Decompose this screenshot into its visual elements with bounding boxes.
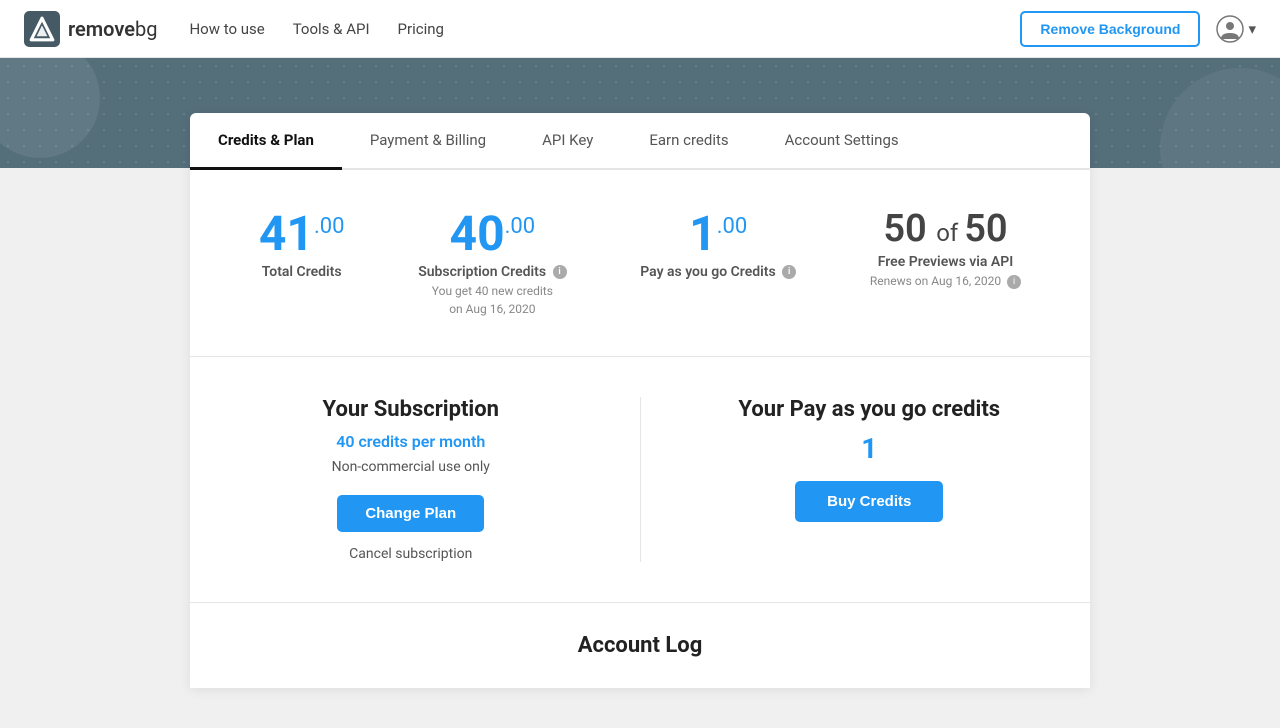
tab-payment-billing[interactable]: Payment & Billing: [342, 113, 514, 170]
account-menu[interactable]: ▾: [1216, 15, 1256, 43]
payg-credits-block: 1.00 Pay as you go Credits i: [640, 210, 796, 316]
navbar-right: Remove Background ▾: [1020, 11, 1256, 47]
total-credits-number: 41.00: [259, 210, 345, 258]
subscription-credits-per-month: 40 credits per month: [222, 432, 600, 451]
subscription-credits-label: Subscription Credits i: [418, 264, 566, 280]
credits-overview: 41.00 Total Credits 40.00 Subscription C…: [190, 170, 1090, 357]
free-previews-info-icon[interactable]: i: [1007, 275, 1021, 289]
subscription-credits-number: 40.00: [418, 210, 566, 258]
subscription-section: Your Subscription 40 credits per month N…: [190, 357, 1090, 603]
subscription-left: Your Subscription 40 credits per month N…: [222, 397, 641, 562]
subscription-credits-sublabel: You get 40 new credits: [418, 284, 566, 298]
navbar: removebg How to use Tools & API Pricing …: [0, 0, 1280, 58]
cancel-subscription-link[interactable]: Cancel subscription: [222, 546, 600, 562]
account-circle-icon: [1216, 15, 1244, 43]
free-previews-renew: Renews on Aug 16, 2020 i: [870, 274, 1021, 289]
tab-credits-plan[interactable]: Credits & Plan: [190, 113, 342, 170]
main-panel: Credits & Plan Payment & Billing API Key…: [190, 113, 1090, 688]
nav-tools-api[interactable]: Tools & API: [293, 20, 370, 38]
subscription-title: Your Subscription: [222, 397, 600, 422]
logo-text: removebg: [68, 17, 157, 41]
account-log-section: Account Log: [190, 603, 1090, 688]
logo-icon: [24, 11, 60, 47]
tab-earn-credits[interactable]: Earn credits: [621, 113, 756, 170]
payg-credits-info-icon[interactable]: i: [782, 265, 796, 279]
total-credits-label: Total Credits: [259, 264, 345, 280]
tabs: Credits & Plan Payment & Billing API Key…: [190, 113, 1090, 170]
nav-pricing[interactable]: Pricing: [398, 20, 444, 38]
subscription-credits-block: 40.00 Subscription Credits i You get 40 …: [418, 210, 566, 316]
buy-credits-button[interactable]: Buy Credits: [795, 481, 943, 522]
payg-title: Your Pay as you go credits: [681, 397, 1059, 422]
account-log-title: Account Log: [222, 633, 1058, 658]
payg-credits-number: 1.00: [640, 210, 796, 258]
nav-how-to-use[interactable]: How to use: [189, 20, 264, 38]
free-previews-number: 50 of 50: [870, 210, 1021, 248]
remove-background-button[interactable]: Remove Background: [1020, 11, 1200, 47]
subscription-credits-sublabel2: on Aug 16, 2020: [418, 302, 566, 316]
change-plan-button[interactable]: Change Plan: [337, 495, 484, 532]
payg-count: 1: [681, 432, 1059, 465]
logo[interactable]: removebg: [24, 11, 157, 47]
nav-links: How to use Tools & API Pricing: [189, 20, 1020, 38]
free-previews-label: Free Previews via API: [870, 254, 1021, 270]
payg-credits-label: Pay as you go Credits i: [640, 264, 796, 280]
tab-account-settings[interactable]: Account Settings: [757, 113, 927, 170]
subscription-right: Your Pay as you go credits 1 Buy Credits: [641, 397, 1059, 562]
free-previews-block: 50 of 50 Free Previews via API Renews on…: [870, 210, 1021, 316]
total-credits-block: 41.00 Total Credits: [259, 210, 345, 316]
subscription-non-commercial: Non-commercial use only: [222, 459, 600, 475]
tab-api-key[interactable]: API Key: [514, 113, 621, 170]
account-dropdown-arrow: ▾: [1248, 20, 1256, 38]
subscription-credits-info-icon[interactable]: i: [553, 265, 567, 279]
